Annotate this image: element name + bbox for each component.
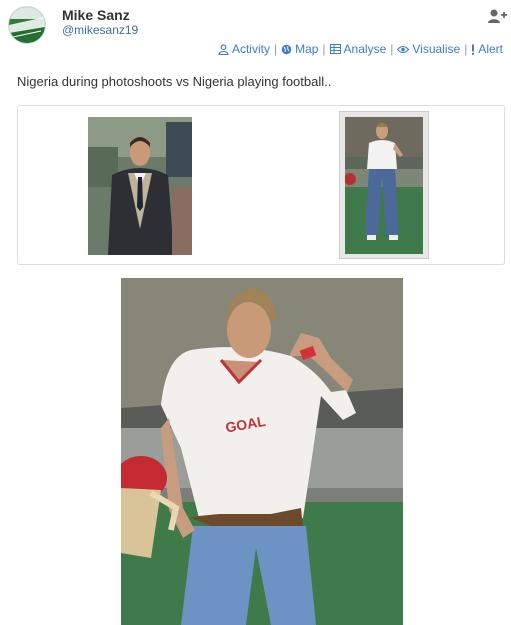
separator: | [322,42,326,56]
man-in-goal-shirt-photo[interactable] [345,117,423,254]
alert-label: Alert [478,42,503,56]
person-icon [218,43,229,55]
user-avatar[interactable] [8,6,46,44]
stadium-avatar-icon [9,7,45,43]
map-label: Map [295,42,319,56]
add-user-icon[interactable] [487,8,507,24]
man-in-suit-photo[interactable] [88,117,192,255]
separator: | [390,42,394,56]
analyse-label: Analyse [343,42,387,56]
media-card [17,105,505,265]
separator: | [273,42,278,56]
user-handle[interactable]: @mikesanz19 [62,23,138,37]
table-icon [329,44,341,54]
man-in-goal-shirt-large-photo[interactable]: GOAL [121,278,403,625]
separator: | [464,42,468,56]
eye-icon [397,45,410,53]
man-in-goal-shirt-photo-frame[interactable] [339,111,429,259]
analyse-link[interactable]: Analyse [329,42,387,56]
globe-icon [281,44,292,54]
visualise-label: Visualise [412,42,461,56]
activity-label: Activity [231,42,270,56]
alert-link[interactable]: Alert [471,42,503,56]
tweet-text: Nigeria during photoshoots vs Nigeria pl… [17,74,332,89]
user-name[interactable]: Mike Sanz [62,7,130,23]
tweet-actions-bar: Activity | Map | Analyse | Visualise | A… [218,42,503,56]
visualise-link[interactable]: Visualise [397,42,460,56]
map-link[interactable]: Map [281,42,318,56]
exclamation-icon [472,44,475,55]
activity-link[interactable]: Activity [218,42,270,56]
